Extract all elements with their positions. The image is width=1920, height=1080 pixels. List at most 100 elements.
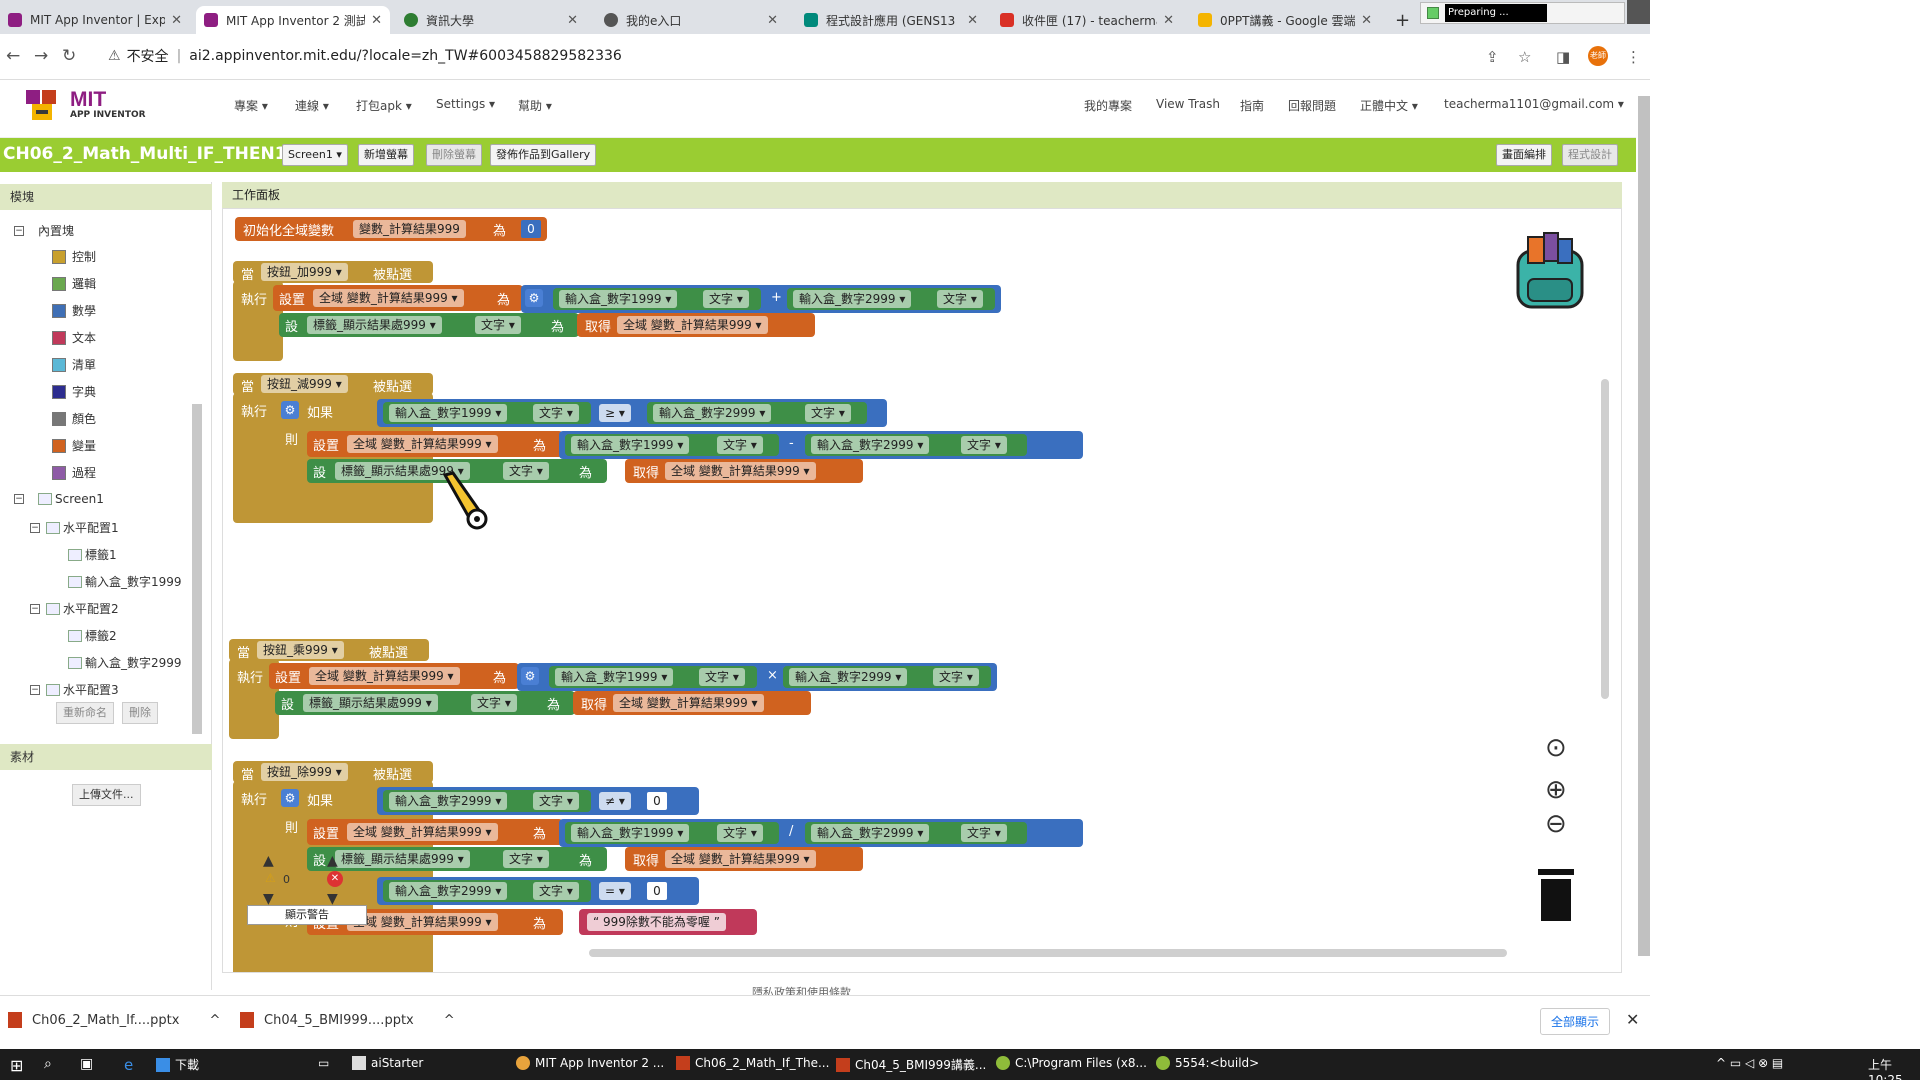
- taskbar-item[interactable]: Ch04_5_BMI999講義...: [836, 1056, 986, 1073]
- tree-builtin[interactable]: − 內置塊: [14, 222, 74, 239]
- component-item[interactable]: − 水平配置3: [30, 681, 119, 698]
- forward-icon[interactable]: →: [34, 46, 48, 66]
- browser-tab[interactable]: 程式設計應用 (GENS13 ✕: [796, 6, 986, 34]
- component-item[interactable]: − 水平配置1: [30, 519, 119, 536]
- star-icon[interactable]: ☆: [1518, 48, 1531, 66]
- gear-icon[interactable]: ⚙: [525, 289, 543, 307]
- taskbar-item[interactable]: aiStarter: [352, 1056, 423, 1070]
- textbox-get-block[interactable]: 輸入盒_數字2999 ▾ 文字 ▾: [647, 402, 867, 424]
- close-icon[interactable]: ✕: [1626, 1010, 1639, 1029]
- component-item[interactable]: − Screen1: [14, 492, 104, 506]
- delete-button[interactable]: 刪除: [122, 702, 158, 724]
- operator-dropdown[interactable]: ≠ ▾: [599, 792, 631, 810]
- component-dropdown[interactable]: 輸入盒_數字1999 ▾: [559, 290, 678, 308]
- textbox-get-block[interactable]: 輸入盒_數字2999 ▾ 文字 ▾: [383, 790, 591, 812]
- component-dropdown[interactable]: 輸入盒_數字1999 ▾: [389, 404, 508, 422]
- compare-neq-block[interactable]: 輸入盒_數字2999 ▾ 文字 ▾ ≠ ▾ 0: [377, 787, 699, 815]
- property-dropdown[interactable]: 文字 ▾: [717, 824, 763, 842]
- designer-button[interactable]: 畫面編排: [1496, 144, 1552, 166]
- var-dropdown[interactable]: 全域 變數_計算結果999 ▾: [309, 667, 460, 685]
- var-dropdown[interactable]: 全域 變數_計算結果999 ▾: [665, 462, 816, 480]
- warning-up-icon[interactable]: ▲: [263, 853, 274, 869]
- trash-icon[interactable]: [1538, 869, 1574, 921]
- window-control[interactable]: [1627, 0, 1650, 24]
- component-dropdown[interactable]: 輸入盒_數字2999 ▾: [653, 404, 772, 422]
- property-dropdown[interactable]: 文字 ▾: [805, 404, 851, 422]
- collapse-icon[interactable]: −: [30, 684, 40, 695]
- component-item[interactable]: 標籤1: [68, 546, 117, 563]
- component-item[interactable]: − 水平配置2: [30, 600, 119, 617]
- menu-report-issue[interactable]: 回報問題: [1288, 97, 1336, 114]
- compare-block[interactable]: 輸入盒_數字1999 ▾ 文字 ▾ ≥ ▾ 輸入盒_數字2999 ▾ 文字 ▾: [377, 399, 887, 427]
- textbox-get-block[interactable]: 輸入盒_數字2999 ▾ 文字 ▾: [783, 666, 991, 688]
- workspace-hscrollbar[interactable]: [589, 949, 1507, 957]
- add-screen-button[interactable]: 新增螢幕: [358, 144, 414, 166]
- close-icon[interactable]: ✕: [1163, 13, 1174, 28]
- builtin-item[interactable]: 顏色: [52, 410, 96, 427]
- property-dropdown[interactable]: 文字 ▾: [699, 668, 745, 686]
- get-global-block[interactable]: 取得 全域 變數_計算結果999 ▾: [577, 313, 815, 337]
- property-dropdown[interactable]: 文字 ▾: [471, 694, 517, 712]
- component-dropdown[interactable]: 標籤_顯示結果處999 ▾: [303, 694, 438, 712]
- publish-gallery-button[interactable]: 發佈作品到Gallery: [490, 144, 597, 166]
- builtin-item[interactable]: 過程: [52, 464, 96, 481]
- if-block[interactable]: ⚙ 如果: [279, 399, 389, 421]
- textbox-get-block[interactable]: 輸入盒_數字2999 ▾ 文字 ▾: [805, 822, 1027, 844]
- component-dropdown[interactable]: 輸入盒_數字2999 ▾: [811, 824, 930, 842]
- close-icon[interactable]: ✕: [967, 13, 978, 28]
- browser-tab[interactable]: MIT App Inventor | Expl ✕: [0, 6, 190, 34]
- builtin-item[interactable]: 數學: [52, 302, 96, 319]
- component-dropdown[interactable]: 按鈕_乘999 ▾: [257, 641, 344, 659]
- var-dropdown[interactable]: 全域 變數_計算結果999 ▾: [313, 289, 464, 307]
- property-dropdown[interactable]: 文字 ▾: [533, 792, 579, 810]
- set-label-block[interactable]: 設 標籤_顯示結果處999 ▾ 文字 ▾ 為: [307, 847, 607, 871]
- property-dropdown[interactable]: 文字 ▾: [933, 668, 979, 686]
- gear-icon[interactable]: ⚙: [281, 789, 299, 807]
- component-dropdown[interactable]: 輸入盒_數字2999 ▾: [793, 290, 912, 308]
- builtin-item[interactable]: 邏輯: [52, 275, 96, 292]
- component-dropdown[interactable]: 輸入盒_數字2999 ▾: [389, 882, 508, 900]
- set-label-block[interactable]: 設 標籤_顯示結果處999 ▾ 文字 ▾ 為: [279, 313, 579, 337]
- show-all-button[interactable]: 全部顯示: [1540, 1008, 1611, 1035]
- textbox-get-block[interactable]: 輸入盒_數字1999 ▾ 文字 ▾: [553, 288, 761, 310]
- browser-tab-active[interactable]: MIT App Inventor 2 測試 ✕: [196, 6, 390, 34]
- recenter-icon[interactable]: ⊙: [1545, 733, 1567, 763]
- share-icon[interactable]: ⇪: [1486, 48, 1499, 66]
- back-icon[interactable]: ←: [6, 46, 20, 66]
- more-icon[interactable]: ⋮: [1626, 48, 1641, 66]
- download-item[interactable]: Ch06_2_Math_If....pptx ^: [8, 1012, 220, 1028]
- collapse-icon[interactable]: −: [30, 522, 40, 533]
- edge-icon[interactable]: e: [124, 1056, 133, 1074]
- sidepanel-icon[interactable]: ◨: [1556, 48, 1570, 66]
- textbox-get-block[interactable]: 輸入盒_數字2999 ▾ 文字 ▾: [787, 288, 995, 310]
- error-up-icon[interactable]: ▲: [327, 853, 338, 869]
- component-dropdown[interactable]: 輸入盒_數字2999 ▾: [811, 436, 930, 454]
- profile-avatar[interactable]: 老師: [1588, 46, 1608, 66]
- event-add-block[interactable]: 當 按鈕_加999 ▾ 被點選: [233, 261, 433, 283]
- property-dropdown[interactable]: 文字 ▾: [475, 316, 521, 334]
- property-dropdown[interactable]: 文字 ▾: [937, 290, 983, 308]
- collapse-icon[interactable]: −: [30, 603, 40, 614]
- var-dropdown[interactable]: 全域 變數_計算結果999 ▾: [613, 694, 764, 712]
- component-dropdown[interactable]: 輸入盒_數字1999 ▾: [571, 824, 690, 842]
- download-item[interactable]: Ch04_5_BMI999....pptx ^: [240, 1012, 455, 1028]
- close-icon[interactable]: ✕: [171, 13, 182, 28]
- browser-tab[interactable]: 0PPT講義 - Google 雲端 ✕: [1190, 6, 1380, 34]
- reload-icon[interactable]: ↻: [62, 46, 76, 66]
- math-add-block[interactable]: ⚙ 輸入盒_數字1999 ▾ 文字 ▾ + 輸入盒_數字2999 ▾ 文字 ▾: [521, 285, 1001, 313]
- component-dropdown[interactable]: 標籤_顯示結果處999 ▾: [307, 316, 442, 334]
- taskbar-item[interactable]: 5554:<build>: [1156, 1056, 1259, 1070]
- set-global-block[interactable]: 設置 全域 變數_計算結果999 ▾ 為: [307, 819, 563, 845]
- gear-icon[interactable]: ⚙: [281, 401, 299, 419]
- new-tab-button[interactable]: +: [1395, 10, 1410, 31]
- browser-tab[interactable]: 收件匣 (17) - teacherma ✕: [992, 6, 1182, 34]
- rename-button[interactable]: 重新命名: [56, 702, 114, 724]
- component-dropdown[interactable]: 輸入盒_數字1999 ▾: [571, 436, 690, 454]
- component-dropdown[interactable]: 按鈕_除999 ▾: [261, 763, 348, 781]
- set-label-block[interactable]: 設 標籤_顯示結果處999 ▾ 文字 ▾ 為: [275, 691, 575, 715]
- operator-dropdown[interactable]: = ▾: [599, 882, 631, 900]
- property-dropdown[interactable]: 文字 ▾: [503, 462, 549, 480]
- chevron-up-icon[interactable]: ^: [444, 1013, 455, 1028]
- number-field[interactable]: 0: [647, 882, 667, 900]
- builtin-item[interactable]: 變量: [52, 437, 96, 454]
